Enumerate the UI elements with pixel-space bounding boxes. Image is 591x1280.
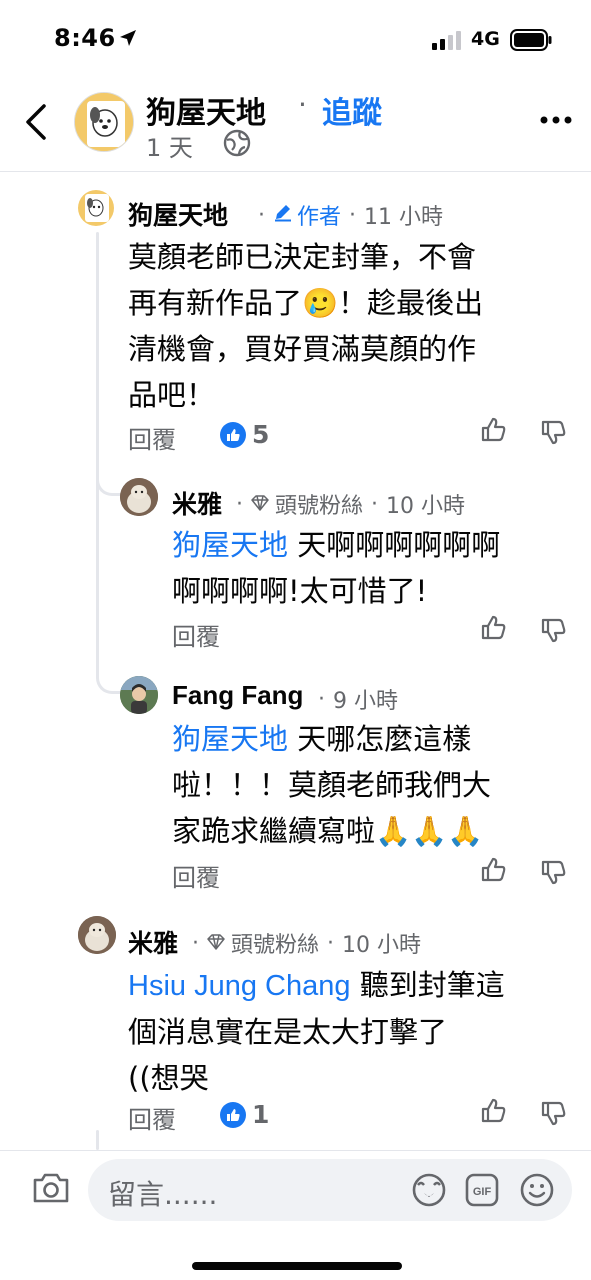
- pencil-icon: [273, 202, 293, 228]
- reaction-count[interactable]: 1: [220, 1100, 269, 1129]
- camera-icon[interactable]: [32, 1171, 70, 1209]
- thread-connector: [96, 640, 120, 694]
- author-badge: 作者: [297, 205, 342, 230]
- comment-line-text: 天哪怎麼這樣: [288, 722, 472, 756]
- comment-line: 莫顏老師已決定封筆，不會: [128, 240, 477, 274]
- comment-line: 啊啊啊啊!太可惜了!: [172, 574, 428, 608]
- avatar-frame-icon[interactable]: [410, 1171, 448, 1213]
- comment-line-text: 聽到封筆這: [350, 968, 505, 1002]
- mention-link[interactable]: 狗屋天地: [172, 528, 288, 562]
- post-time: 1 天: [146, 134, 193, 162]
- comment-time: 10 小時: [386, 494, 466, 519]
- fan-badge: 頭號粉絲: [231, 933, 320, 958]
- comment-time: 11 小時: [364, 205, 444, 230]
- mention-link[interactable]: Hsiu Jung Chang: [128, 970, 350, 1002]
- more-icon[interactable]: [540, 110, 572, 129]
- thread-line: [96, 1130, 99, 1150]
- comment-composer: 留言...... GIF: [0, 1150, 591, 1280]
- battery-icon: [510, 29, 552, 55]
- comment-input[interactable]: 留言...... GIF: [88, 1159, 572, 1221]
- location-arrow-icon: [118, 28, 138, 52]
- thread-connector: [96, 440, 120, 496]
- thumbs-down-icon[interactable]: [540, 858, 568, 890]
- comment-line-text: 天啊啊啊啊啊啊: [288, 528, 501, 562]
- comment-line: Hsiu Jung Chang 聽到封筆這: [128, 962, 505, 1009]
- comment-text: 莫顏老師已決定封筆，不會 再有新作品了🥲！趁最後出 清機會，買好買滿莫顏的作 品…: [128, 234, 483, 418]
- comment-line: 狗屋天地 天啊啊啊啊啊啊: [172, 522, 500, 568]
- status-bar: 8:46 4G: [0, 0, 591, 80]
- globe-icon: [222, 128, 252, 162]
- comment-line: ((想哭: [128, 1061, 209, 1095]
- comment-line: 啦！！！莫顏老師我們大: [172, 768, 492, 802]
- reaction-count[interactable]: 5: [220, 420, 269, 449]
- comment-avatar[interactable]: [78, 190, 114, 226]
- comment-avatar[interactable]: [120, 478, 158, 516]
- thumbs-down-icon[interactable]: [540, 616, 568, 648]
- thumbs-down-icon[interactable]: [540, 418, 568, 450]
- page-avatar[interactable]: [74, 92, 134, 152]
- comment-line: 品吧！: [128, 378, 216, 412]
- thumbs-down-icon[interactable]: [540, 1099, 568, 1131]
- diamond-icon: [251, 492, 269, 517]
- comment-time: 10 小時: [342, 933, 422, 958]
- thumbs-up-icon[interactable]: [480, 614, 508, 646]
- network-type: 4G: [471, 28, 500, 50]
- signal-icon: [432, 30, 462, 54]
- comment-avatar[interactable]: [120, 676, 158, 714]
- comment-placeholder: 留言......: [108, 1178, 218, 1211]
- comment-line: 清機會，買好買滿莫顏的作: [128, 332, 477, 366]
- svg-text:GIF: GIF: [473, 1186, 492, 1198]
- status-time: 8:46: [54, 24, 116, 52]
- comment-avatar[interactable]: [78, 916, 116, 954]
- comment-line: 個消息實在是太大打擊了: [128, 1015, 448, 1049]
- thumbs-up-icon[interactable]: [480, 856, 508, 888]
- comment-author[interactable]: 米雅: [172, 485, 222, 521]
- home-indicator: [192, 1262, 402, 1270]
- comment-author[interactable]: 米雅: [128, 924, 178, 960]
- like-count: 1: [252, 1100, 270, 1129]
- gif-icon[interactable]: GIF: [464, 1171, 500, 1213]
- comment-meta: · 頭號粉絲 · 10 小時: [192, 927, 421, 959]
- reply-button[interactable]: 回覆: [128, 420, 176, 455]
- reply-button[interactable]: 回覆: [128, 1100, 176, 1135]
- emoji-icon[interactable]: [518, 1171, 556, 1213]
- fan-badge: 頭號粉絲: [275, 494, 364, 519]
- comment-line: 家跪求繼續寫啦🙏🙏🙏: [172, 814, 484, 848]
- reply-button[interactable]: 回覆: [172, 858, 220, 893]
- comment-text: 狗屋天地 天哪怎麼這樣 啦！！！莫顏老師我們大 家跪求繼續寫啦🙏🙏🙏: [172, 716, 491, 854]
- comment-meta: · 9 小時: [318, 683, 398, 715]
- comment-text: Hsiu Jung Chang 聽到封筆這 個消息實在是太大打擊了 ((想哭: [128, 962, 505, 1101]
- comment-line: 狗屋天地 天哪怎麼這樣: [172, 716, 491, 762]
- page-name[interactable]: 狗屋天地: [146, 88, 266, 132]
- reply-button[interactable]: 回覆: [172, 617, 220, 652]
- comment-time: 9 小時: [333, 689, 398, 714]
- separator-dot: ·: [298, 88, 307, 121]
- diamond-icon: [207, 931, 225, 956]
- comment-meta: · 作者 · 11 小時: [258, 199, 443, 231]
- chevron-left-icon[interactable]: [22, 100, 50, 148]
- comment-line: 再有新作品了🥲！趁最後出: [128, 286, 484, 320]
- comment-author[interactable]: 狗屋天地: [128, 196, 228, 232]
- comment-text: 狗屋天地 天啊啊啊啊啊啊 啊啊啊啊!太可惜了!: [172, 522, 500, 614]
- thumbs-up-icon[interactable]: [480, 416, 508, 448]
- post-header: 狗屋天地 · 追蹤 1 天: [0, 80, 591, 172]
- follow-button[interactable]: 追蹤: [322, 88, 382, 132]
- comment-author[interactable]: Fang Fang: [172, 680, 303, 711]
- mention-link[interactable]: 狗屋天地: [172, 722, 288, 756]
- comment-meta: · 頭號粉絲 · 10 小時: [236, 488, 465, 520]
- like-reaction-icon: [220, 421, 246, 448]
- thumbs-up-icon[interactable]: [480, 1097, 508, 1129]
- like-reaction-icon: [220, 1101, 246, 1128]
- like-count: 5: [252, 420, 270, 449]
